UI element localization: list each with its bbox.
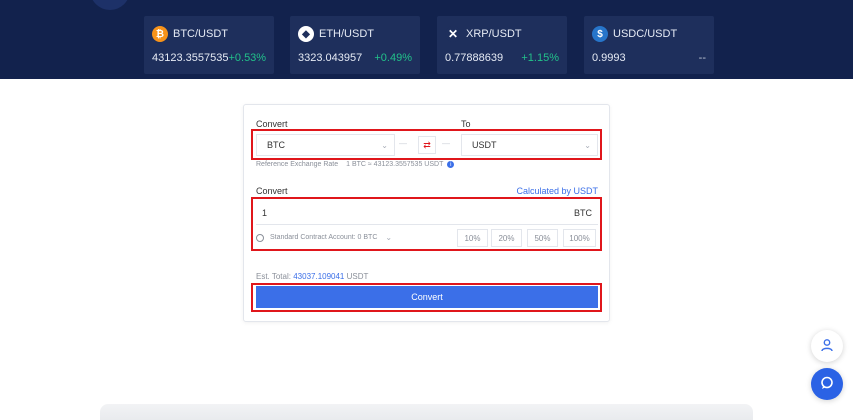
- reference-rate: Reference Exchange Rate 1 BTC ≈ 43123.35…: [256, 161, 455, 168]
- chevron-down-icon: ⌄: [381, 140, 388, 150]
- to-currency-select[interactable]: USDT ⌄: [461, 134, 598, 156]
- percent-50-button[interactable]: 50%: [527, 229, 558, 247]
- ticker-pair: USDC/USDT: [613, 28, 678, 40]
- percent-10-button[interactable]: 10%: [457, 229, 488, 247]
- account-select[interactable]: Standard Contract Account: 0 BTC ⌄: [256, 233, 392, 242]
- convert-button[interactable]: Convert: [256, 286, 598, 308]
- ticker-change: +0.53%: [228, 52, 267, 64]
- swap-icon: ⇄: [423, 139, 431, 150]
- usdc-icon: $: [592, 26, 608, 42]
- rate-label: Reference Exchange Rate: [256, 161, 339, 168]
- from-label: Convert: [256, 119, 288, 129]
- ticker-price: 3323.043957: [298, 52, 363, 64]
- xrp-icon: ✕: [445, 26, 461, 42]
- clock-icon: [256, 233, 264, 242]
- convert-card: Convert To BTC ⌄ — ⇄ — USDT ⌄ Reference …: [243, 104, 610, 322]
- ticker-price: 43123.3557535: [152, 52, 229, 64]
- amount-unit: BTC: [574, 207, 592, 218]
- est-value: 43037.109041: [293, 272, 345, 281]
- percent-20-button[interactable]: 20%: [491, 229, 522, 247]
- divider-dash: —: [399, 139, 407, 148]
- from-currency-select[interactable]: BTC ⌄: [256, 134, 395, 156]
- account-text: Standard Contract Account: 0 BTC: [270, 234, 378, 241]
- account-float-button[interactable]: [811, 330, 843, 362]
- divider-dash: —: [442, 139, 450, 148]
- header-decoration: [90, 0, 130, 10]
- ethereum-icon: ◆: [298, 26, 314, 42]
- swap-button[interactable]: ⇄: [418, 136, 436, 154]
- user-icon: [820, 338, 834, 355]
- ticker-pair: BTC/USDT: [173, 28, 228, 40]
- footer-edge: [100, 404, 753, 420]
- percent-100-button[interactable]: 100%: [563, 229, 596, 247]
- ticker-pair: ETH/USDT: [319, 28, 374, 40]
- chat-float-button[interactable]: [811, 368, 843, 400]
- ticker-change: +0.49%: [374, 52, 412, 64]
- estimated-total: Est. Total: 43037.109041 USDT: [256, 272, 368, 281]
- ticker-xrp[interactable]: ✕ XRP/USDT 0.77888639 +1.15%: [437, 16, 567, 74]
- ticker-change: +1.15%: [521, 52, 559, 64]
- est-label: Est. Total:: [256, 272, 291, 281]
- amount-input[interactable]: 1 BTC: [256, 201, 598, 225]
- to-currency-value: USDT: [472, 140, 497, 150]
- chat-icon: [820, 376, 834, 393]
- info-icon[interactable]: i: [447, 161, 455, 168]
- calculated-by-link[interactable]: Calculated by USDT: [516, 186, 598, 196]
- chevron-down-icon: ⌄: [584, 140, 591, 150]
- rate-value: 1 BTC ≈ 43123.3557535 USDT: [346, 161, 444, 168]
- to-label: To: [461, 119, 471, 129]
- market-header: ₿ BTC/USDT 43123.3557535 +0.53% ◆ ETH/US…: [0, 0, 853, 79]
- amount-label: Convert: [256, 186, 288, 196]
- ticker-eth[interactable]: ◆ ETH/USDT 3323.043957 +0.49%: [290, 16, 420, 74]
- chevron-down-icon: ⌄: [385, 233, 393, 242]
- bitcoin-icon: ₿: [152, 26, 168, 42]
- ticker-pair: XRP/USDT: [466, 28, 522, 40]
- ticker-usdc[interactable]: $ USDC/USDT 0.9993 --: [584, 16, 714, 74]
- est-unit: USDT: [346, 272, 369, 281]
- ticker-price: 0.77888639: [445, 52, 504, 64]
- amount-value: 1: [262, 207, 268, 218]
- ticker-change: --: [698, 52, 706, 64]
- ticker-price: 0.9993: [592, 52, 626, 64]
- from-currency-value: BTC: [267, 140, 285, 150]
- ticker-btc[interactable]: ₿ BTC/USDT 43123.3557535 +0.53%: [144, 16, 274, 74]
